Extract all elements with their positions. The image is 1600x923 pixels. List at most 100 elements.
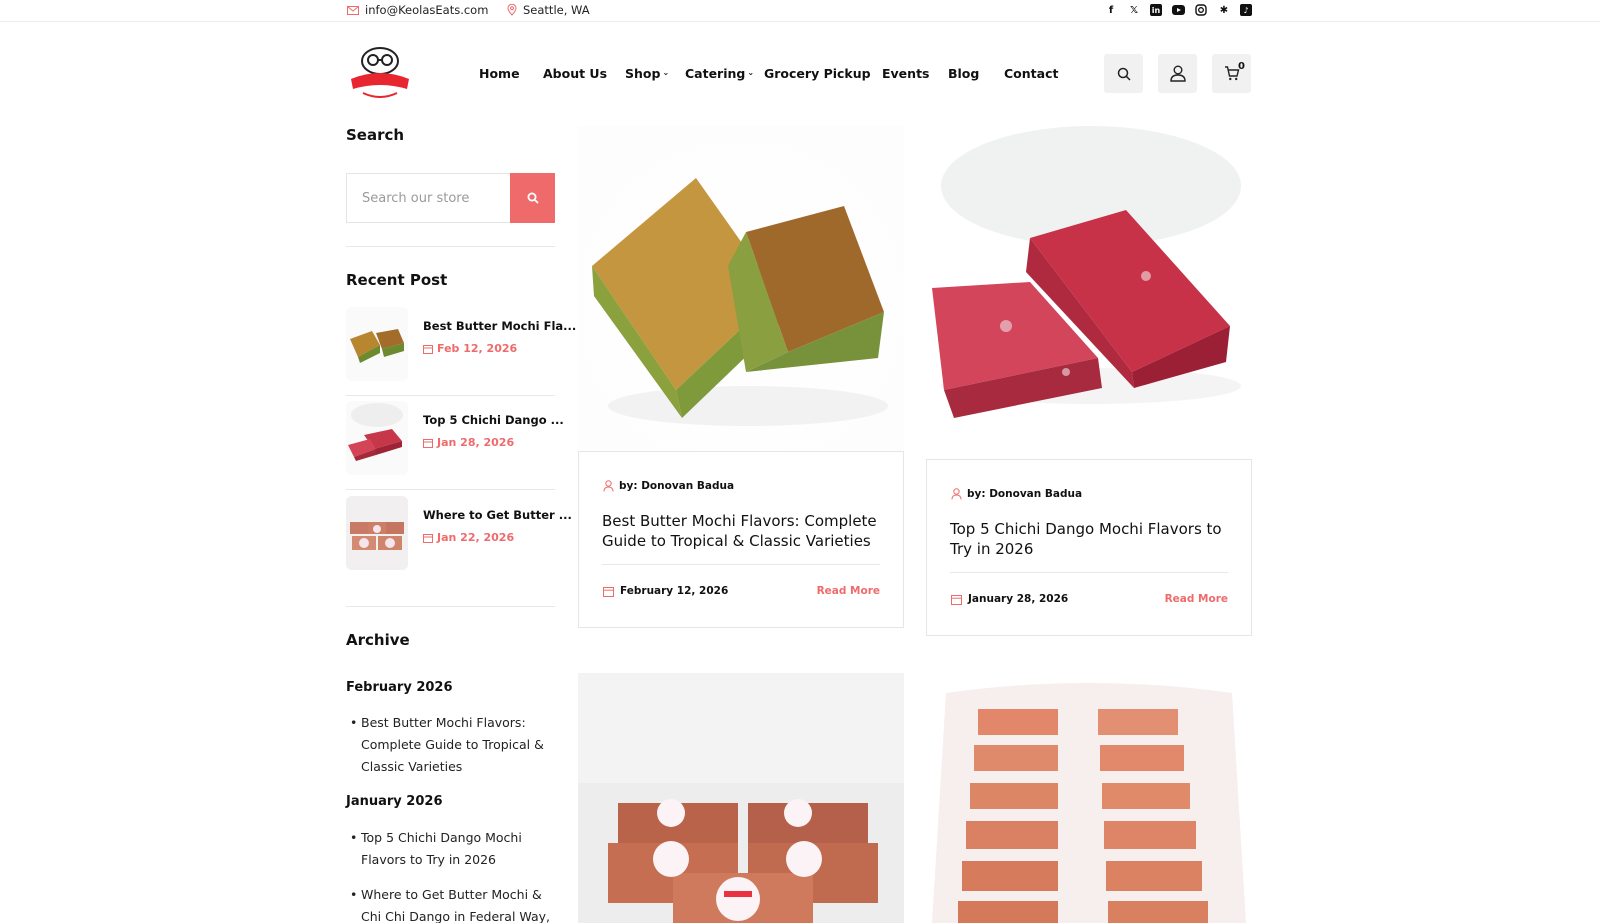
recent-post-date: Jan 28, 2026	[423, 436, 514, 449]
search-icon	[527, 192, 539, 204]
post-date-text: January 28, 2026	[968, 593, 1069, 605]
read-more-link[interactable]: Read More	[817, 585, 880, 597]
nav-shop[interactable]: Shop ⌄	[625, 66, 669, 81]
archive-month[interactable]: January 2026	[346, 794, 442, 809]
archive-list: Top 5 Chichi Dango Mochi Flavors to Try …	[346, 827, 561, 923]
recent-post-date: Jan 22, 2026	[423, 531, 514, 544]
post-separator	[602, 564, 880, 565]
nav-contact[interactable]: Contact	[1004, 66, 1058, 81]
post-author: by: Donovan Badua	[951, 488, 1082, 500]
nav-label: Home	[479, 66, 520, 81]
post-card: by: Donovan Badua Top 5 Chichi Dango Moc…	[926, 459, 1252, 636]
youtube-icon[interactable]	[1171, 3, 1185, 17]
nav-label: Blog	[948, 66, 980, 81]
post-author: by: Donovan Badua	[603, 480, 734, 492]
calendar-icon	[603, 586, 614, 597]
nav-label: Grocery Pickup	[764, 66, 871, 81]
recent-post-thumbnail	[346, 401, 408, 475]
nav-home[interactable]: Home	[479, 66, 520, 81]
account-button[interactable]	[1158, 54, 1197, 93]
recent-post-item[interactable]: Best Butter Mochi Fla... Feb 12, 2026	[346, 307, 576, 387]
recent-divider	[346, 395, 555, 396]
archive-heading: Archive	[346, 631, 410, 649]
post-image[interactable]	[926, 673, 1252, 923]
recent-post-thumbnail	[346, 496, 408, 570]
search-heading: Search	[346, 126, 405, 144]
recent-post-heading: Recent Post	[346, 271, 448, 289]
user-icon	[951, 488, 962, 500]
search-icon	[1117, 67, 1131, 81]
sidebar-divider	[346, 246, 555, 247]
nav-label: About Us	[543, 66, 608, 81]
recent-post-title[interactable]: Top 5 Chichi Dango ...	[423, 413, 564, 427]
map-pin-icon	[507, 4, 517, 16]
post-image[interactable]	[926, 126, 1252, 459]
nav-grocery-pickup[interactable]: Grocery Pickup	[764, 66, 871, 81]
post-author-name: by: Donovan Badua	[619, 480, 735, 492]
search-button[interactable]	[1104, 54, 1143, 93]
sidebar-search	[346, 173, 555, 223]
post-image[interactable]	[578, 126, 904, 451]
recent-post-date-text: Jan 22, 2026	[437, 531, 515, 544]
instagram-icon[interactable]	[1194, 3, 1208, 17]
nav-label: Shop	[625, 66, 661, 81]
recent-post-thumbnail	[346, 307, 408, 381]
recent-post-title[interactable]: Best Butter Mochi Fla...	[423, 319, 576, 333]
post-card: by: Donovan Badua Best Butter Mochi Flav…	[578, 451, 904, 628]
search-submit-button[interactable]	[510, 173, 555, 223]
archive-list: Best Butter Mochi Flavors: Complete Guid…	[346, 712, 561, 778]
mail-icon	[347, 5, 359, 15]
search-input[interactable]	[347, 174, 510, 222]
recent-divider	[346, 489, 555, 490]
post-author-name: by: Donovan Badua	[967, 488, 1083, 500]
recent-post-date-text: Jan 28, 2026	[437, 436, 515, 449]
social-links: f 𝕏 in ✱ ♪	[1104, 3, 1252, 17]
archive-month[interactable]: February 2026	[346, 680, 453, 695]
post-date-text: February 12, 2026	[620, 585, 729, 597]
linkedin-icon[interactable]: in	[1150, 4, 1162, 16]
calendar-icon	[423, 344, 433, 354]
archive-link[interactable]: Top 5 Chichi Dango Mochi Flavors to Try …	[346, 827, 561, 871]
post-image[interactable]	[578, 673, 904, 923]
sidebar-divider	[346, 606, 555, 607]
nav-catering[interactable]: Catering ⌄	[685, 66, 754, 81]
chevron-down-icon: ⌄	[747, 68, 755, 77]
facebook-icon[interactable]: f	[1104, 3, 1118, 17]
nav-about-us[interactable]: About Us	[543, 66, 607, 81]
post-title[interactable]: Top 5 Chichi Dango Mochi Flavors to Try …	[950, 519, 1235, 559]
archive-link[interactable]: Best Butter Mochi Flavors: Complete Guid…	[346, 712, 561, 778]
top-bar: info@KeolasEats.com Seattle, WA f 𝕏 in ✱…	[0, 0, 1600, 22]
calendar-icon	[423, 438, 433, 448]
location-text: Seattle, WA	[523, 3, 590, 17]
calendar-icon	[951, 594, 962, 605]
recent-post-item[interactable]: Top 5 Chichi Dango ... Jan 28, 2026	[346, 401, 564, 481]
nav-label: Catering	[685, 66, 746, 81]
read-more-link[interactable]: Read More	[1165, 593, 1228, 605]
nav-label: Events	[882, 66, 930, 81]
recent-post-date-text: Feb 12, 2026	[437, 342, 518, 355]
nav-blog[interactable]: Blog	[948, 66, 979, 81]
tiktok-icon[interactable]: ♪	[1240, 4, 1252, 16]
cart-count: 0	[1238, 61, 1245, 72]
recent-post-date: Feb 12, 2026	[423, 342, 517, 355]
yelp-icon[interactable]: ✱	[1217, 3, 1231, 17]
recent-post-title[interactable]: Where to Get Butter ...	[423, 508, 572, 522]
user-icon	[1169, 65, 1186, 82]
post-date: January 28, 2026	[951, 593, 1068, 605]
nav-events[interactable]: Events	[882, 66, 929, 81]
nav-label: Contact	[1004, 66, 1059, 81]
email-text: info@KeolasEats.com	[365, 3, 489, 17]
email-contact[interactable]: info@KeolasEats.com	[347, 3, 488, 17]
keolas-logo[interactable]	[347, 45, 413, 103]
recent-post-item[interactable]: Where to Get Butter ... Jan 22, 2026	[346, 496, 572, 576]
user-icon	[603, 480, 614, 492]
post-date: February 12, 2026	[603, 585, 728, 597]
calendar-icon	[423, 533, 433, 543]
chevron-down-icon: ⌄	[662, 68, 670, 77]
cart-button[interactable]: 0	[1212, 54, 1251, 93]
x-icon[interactable]: 𝕏	[1127, 3, 1141, 17]
location-contact: Seattle, WA	[507, 3, 590, 17]
post-separator	[950, 572, 1228, 573]
archive-link[interactable]: Where to Get Butter Mochi & Chi Chi Dang…	[346, 884, 561, 923]
post-title[interactable]: Best Butter Mochi Flavors: Complete Guid…	[602, 511, 887, 551]
